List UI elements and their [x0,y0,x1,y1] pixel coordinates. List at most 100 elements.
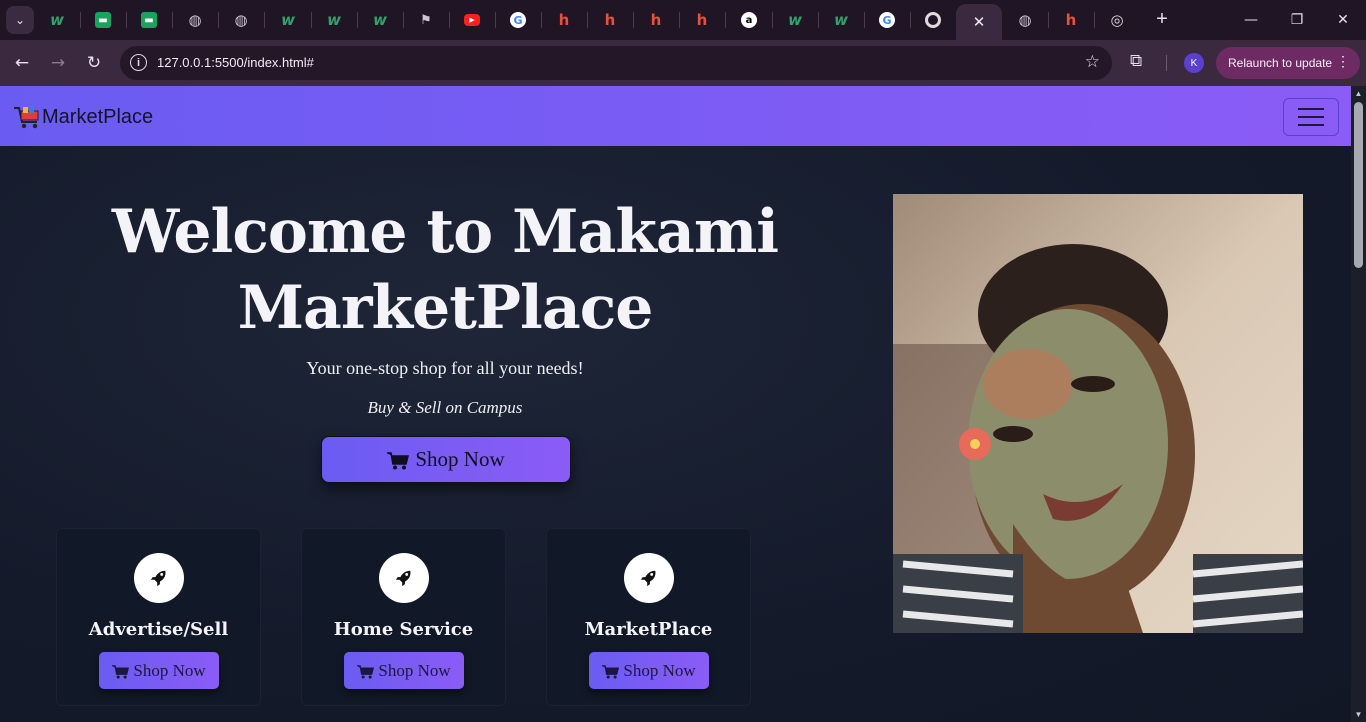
browser-tab[interactable]: G [864,4,910,36]
browser-tab[interactable]: a [726,4,772,36]
h-logo-icon: h [558,11,570,29]
waveapps-icon: w [834,11,848,29]
browser-tab[interactable]: ◎ [1094,4,1140,36]
browser-tab[interactable]: w [311,4,357,36]
tab-search-button[interactable]: ⌄ [6,6,34,34]
brand-name: MarketPlace [42,105,154,128]
scrollbar-thumb[interactable] [1354,102,1363,268]
forward-button[interactable]: → [44,49,72,77]
waveapps-icon: w [281,11,295,29]
relaunch-update-button[interactable]: Relaunch to update ⋮ [1216,47,1360,79]
globe-icon: ◍ [234,11,248,29]
site-info-icon[interactable]: i [130,54,147,71]
globe-icon: ◍ [1018,11,1032,29]
rocket-icon [150,570,166,587]
waveapps-icon: w [327,11,341,29]
browser-tab[interactable]: w [357,4,403,36]
rocket-icon-circle [379,553,429,603]
reload-button[interactable]: ↻ [80,49,108,77]
chevron-down-icon: ⌄ [14,13,26,27]
browser-tab[interactable]: ◍ [1002,4,1048,36]
card-button-label: Shop Now [133,660,206,680]
url-text[interactable]: 127.0.0.1:5500/index.html# [157,55,314,70]
waveapps-icon: w [50,11,64,29]
green-square-icon: ▬ [141,12,157,28]
amazon-icon: a [741,12,757,28]
hero-button-label: Shop Now [415,447,505,471]
browser-tab[interactable]: ✕ [956,4,1002,40]
browser-tab[interactable]: ⚑ [403,4,449,36]
hamburger-line [1298,108,1324,110]
youtube-icon: ▶ [464,14,480,26]
green-square-icon: ▬ [95,12,111,28]
navbar-brand[interactable]: MarketPlace [12,102,153,132]
browser-tab[interactable]: h [679,4,725,36]
bookmark-star-icon[interactable]: ☆ [1085,52,1100,72]
close-window-button[interactable]: ✕ [1320,6,1366,34]
cart-icon [602,664,620,679]
more-vertical-icon: ⋮ [1336,53,1350,69]
page-viewport: MarketPlace Welcome to Makami MarketPlac… [0,86,1366,722]
h-logo-icon: h [650,11,662,29]
waveapps-icon: w [373,11,387,29]
browser-tab[interactable]: ▬ [80,4,126,36]
restore-button[interactable]: ❐ [1274,6,1320,34]
relaunch-label: Relaunch to update [1228,56,1333,70]
browser-tab[interactable]: ▶ [449,4,495,36]
arrow-right-icon: → [50,53,66,73]
browser-tab[interactable]: h [633,4,679,36]
browser-tab[interactable]: ◍ [172,4,218,36]
google-icon: G [510,12,526,28]
hero-section: Welcome to Makami MarketPlace Your one-s… [0,146,1351,722]
card-shop-now-button[interactable]: Shop Now [344,652,464,689]
new-tab-button[interactable]: + [1151,8,1173,30]
browser-tab[interactable]: w [34,4,80,36]
browser-tab[interactable]: h [1048,4,1094,36]
browser-tab[interactable]: h [541,4,587,36]
ring-icon [925,12,941,28]
feature-card: Home Service Shop Now [301,528,506,706]
card-button-label: Shop Now [623,660,696,680]
back-button[interactable]: ← [8,49,36,77]
feature-card: Advertise/Sell Shop Now [56,528,261,706]
toolbar-divider [1166,55,1167,71]
hero-tagline: Buy & Sell on Campus [367,398,523,417]
scroll-up-icon[interactable]: ▲ [1354,89,1363,98]
rocket-icon [395,570,411,587]
browser-tab[interactable]: h [587,4,633,36]
browser-tab[interactable]: ◍ [218,4,264,36]
browser-tab-strip: ⌄ w ▬ ▬ ◍ ◍ w w w ⚑ ▶ Gh h h h a w w G ✕ ◍ h ◎ + — ❐ ✕ [0,0,1366,40]
vertical-scrollbar[interactable]: ▲ ▼ [1351,86,1366,722]
flag-icon: ⚑ [420,12,432,28]
address-bar[interactable]: i 127.0.0.1:5500/index.html# ☆ [120,46,1112,80]
waveapps-icon: w [788,11,802,29]
rocket-icon [640,570,656,587]
hamburger-line [1298,116,1324,118]
hero-shop-now-button[interactable]: Shop Now [321,436,571,483]
navbar-toggle-button[interactable] [1283,98,1339,136]
google-icon: G [879,12,895,28]
hero-title: Welcome to Makami MarketPlace [100,194,790,346]
plus-icon: + [1156,7,1168,30]
card-shop-now-button[interactable]: Shop Now [99,652,219,689]
browser-tab[interactable]: ▬ [126,4,172,36]
rocket-icon-circle [134,553,184,603]
browser-tab[interactable] [910,4,956,36]
scroll-down-icon[interactable]: ▼ [1354,710,1363,719]
extensions-puzzle-icon[interactable]: ⧉ [1130,51,1142,71]
restore-icon: ❐ [1290,12,1304,28]
browser-tab[interactable]: w [265,4,311,36]
hero-title-line-2: MarketPlace [237,273,654,343]
minimize-button[interactable]: — [1228,6,1274,34]
browser-tab[interactable]: G [495,4,541,36]
site-navbar: MarketPlace [0,86,1351,146]
globe-icon: ◍ [188,11,202,29]
profile-avatar[interactable]: K [1184,53,1204,73]
card-shop-now-button[interactable]: Shop Now [589,652,709,689]
browser-tab[interactable]: w [772,4,818,36]
h-logo-icon: h [696,11,708,29]
browser-tab[interactable]: w [818,4,864,36]
close-icon[interactable]: ✕ [973,13,986,31]
close-icon: ✕ [1337,12,1349,28]
minimize-icon: — [1244,12,1258,28]
